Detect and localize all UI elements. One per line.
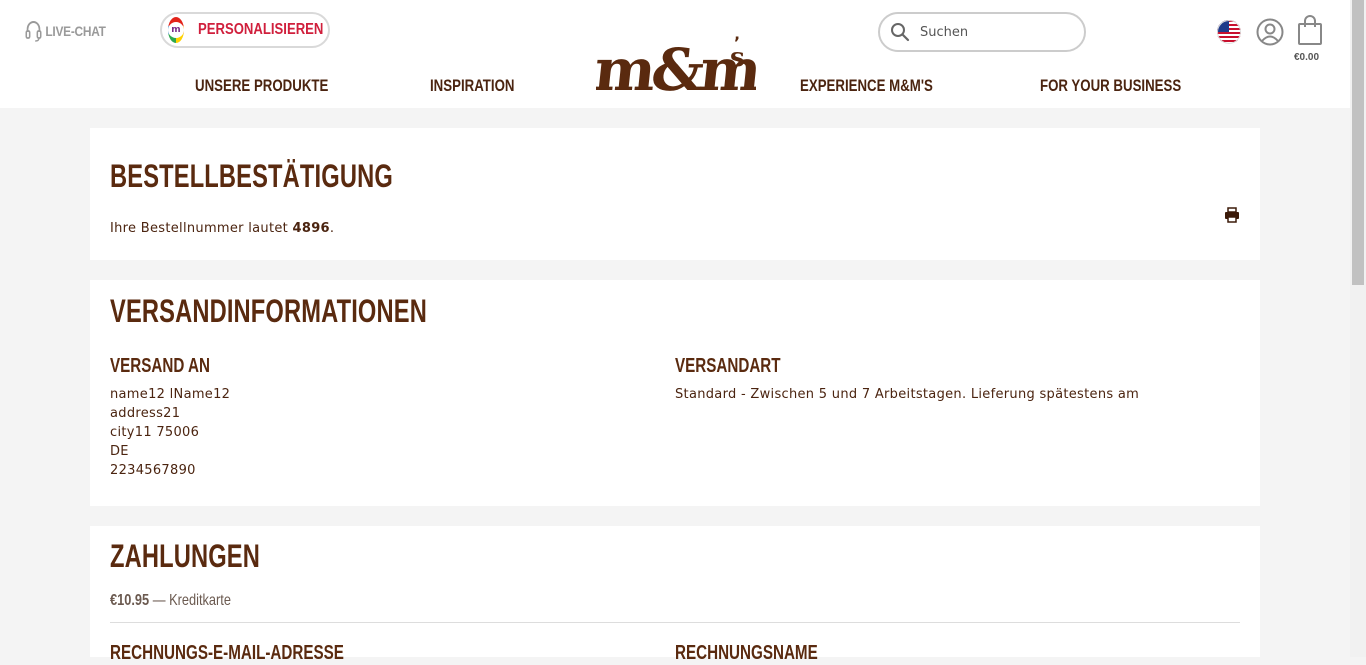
ship-to-address: name12 lName12 address21 city11 75006 DE… <box>110 385 230 480</box>
site-header: LIVE-CHAT m PERSONALISIEREN m&m s ’ Such… <box>0 0 1350 108</box>
shipping-method-label: VERSANDART <box>675 355 781 377</box>
shopping-bag-icon[interactable] <box>1296 14 1324 46</box>
order-number-suffix: . <box>329 221 335 236</box>
address-line: city11 75006 <box>110 425 200 440</box>
payment-amount: €10.95 <box>110 592 150 609</box>
shipping-card: VERSANDINFORMATIONEN VERSAND AN name12 l… <box>90 280 1260 506</box>
personalize-button[interactable]: m PERSONALISIEREN <box>160 12 330 48</box>
payment-summary: €10.95 — Kreditkarte <box>110 592 231 610</box>
order-number: 4896 <box>292 221 330 236</box>
personalize-label: PERSONALISIEREN <box>198 21 324 38</box>
confirmation-card: BESTELLBESTÄTIGUNG Ihre Bestellnummer la… <box>90 128 1260 260</box>
nav-experience[interactable]: EXPERIENCE M&M'S <box>800 76 933 96</box>
search-box[interactable] <box>878 12 1086 52</box>
page: LIVE-CHAT m PERSONALISIEREN m&m s ’ Such… <box>0 0 1350 664</box>
live-chat-label: LIVE-CHAT <box>45 23 106 39</box>
mms-logo[interactable]: m&m s ’ <box>596 36 756 100</box>
address-line: name12 lName12 <box>110 387 231 402</box>
address-line: 2234567890 <box>110 463 196 478</box>
payments-card: ZAHLUNGEN €10.95 — Kreditkarte RECHNUNGS… <box>90 526 1260 664</box>
payment-separator: — <box>149 592 170 609</box>
us-flag-icon[interactable] <box>1217 20 1241 44</box>
shipping-method-value: Standard - Zwischen 5 und 7 Arbeitstagen… <box>675 387 1140 402</box>
search-input[interactable] <box>918 23 1072 41</box>
personalize-badge-icon: m <box>168 17 184 43</box>
headset-icon <box>25 21 42 42</box>
billing-name-label: RECHNUNGSNAME <box>675 642 818 664</box>
order-number-text: Ihre Bestellnummer lautet 4896. <box>110 221 334 236</box>
address-line: DE <box>110 444 129 459</box>
divider <box>110 622 1240 623</box>
ship-to-label: VERSAND AN <box>110 355 210 377</box>
payment-method: Kreditkarte <box>169 592 231 609</box>
search-icon <box>891 23 910 42</box>
billing-email-label: RECHNUNGS-E-MAIL-ADRESSE <box>110 642 344 664</box>
confirmation-title: BESTELLBESTÄTIGUNG <box>110 158 393 194</box>
nav-unsere-produkte[interactable]: UNSERE PRODUKTE <box>195 76 328 96</box>
address-line: address21 <box>110 406 181 421</box>
svg-text:’: ’ <box>734 36 740 52</box>
order-number-prefix: Ihre Bestellnummer lautet <box>110 221 293 236</box>
print-icon[interactable] <box>1224 207 1240 223</box>
scrollbar-thumb[interactable] <box>1352 0 1364 285</box>
nav-inspiration[interactable]: INSPIRATION <box>430 76 514 96</box>
payments-title: ZAHLUNGEN <box>110 538 260 574</box>
nav-for-your-business[interactable]: FOR YOUR BUSINESS <box>1040 76 1181 96</box>
account-icon[interactable] <box>1256 18 1284 46</box>
live-chat-link[interactable]: LIVE-CHAT <box>25 20 106 42</box>
shipping-title: VERSANDINFORMATIONEN <box>110 293 427 329</box>
cart-total: €0.00 <box>1294 52 1320 63</box>
